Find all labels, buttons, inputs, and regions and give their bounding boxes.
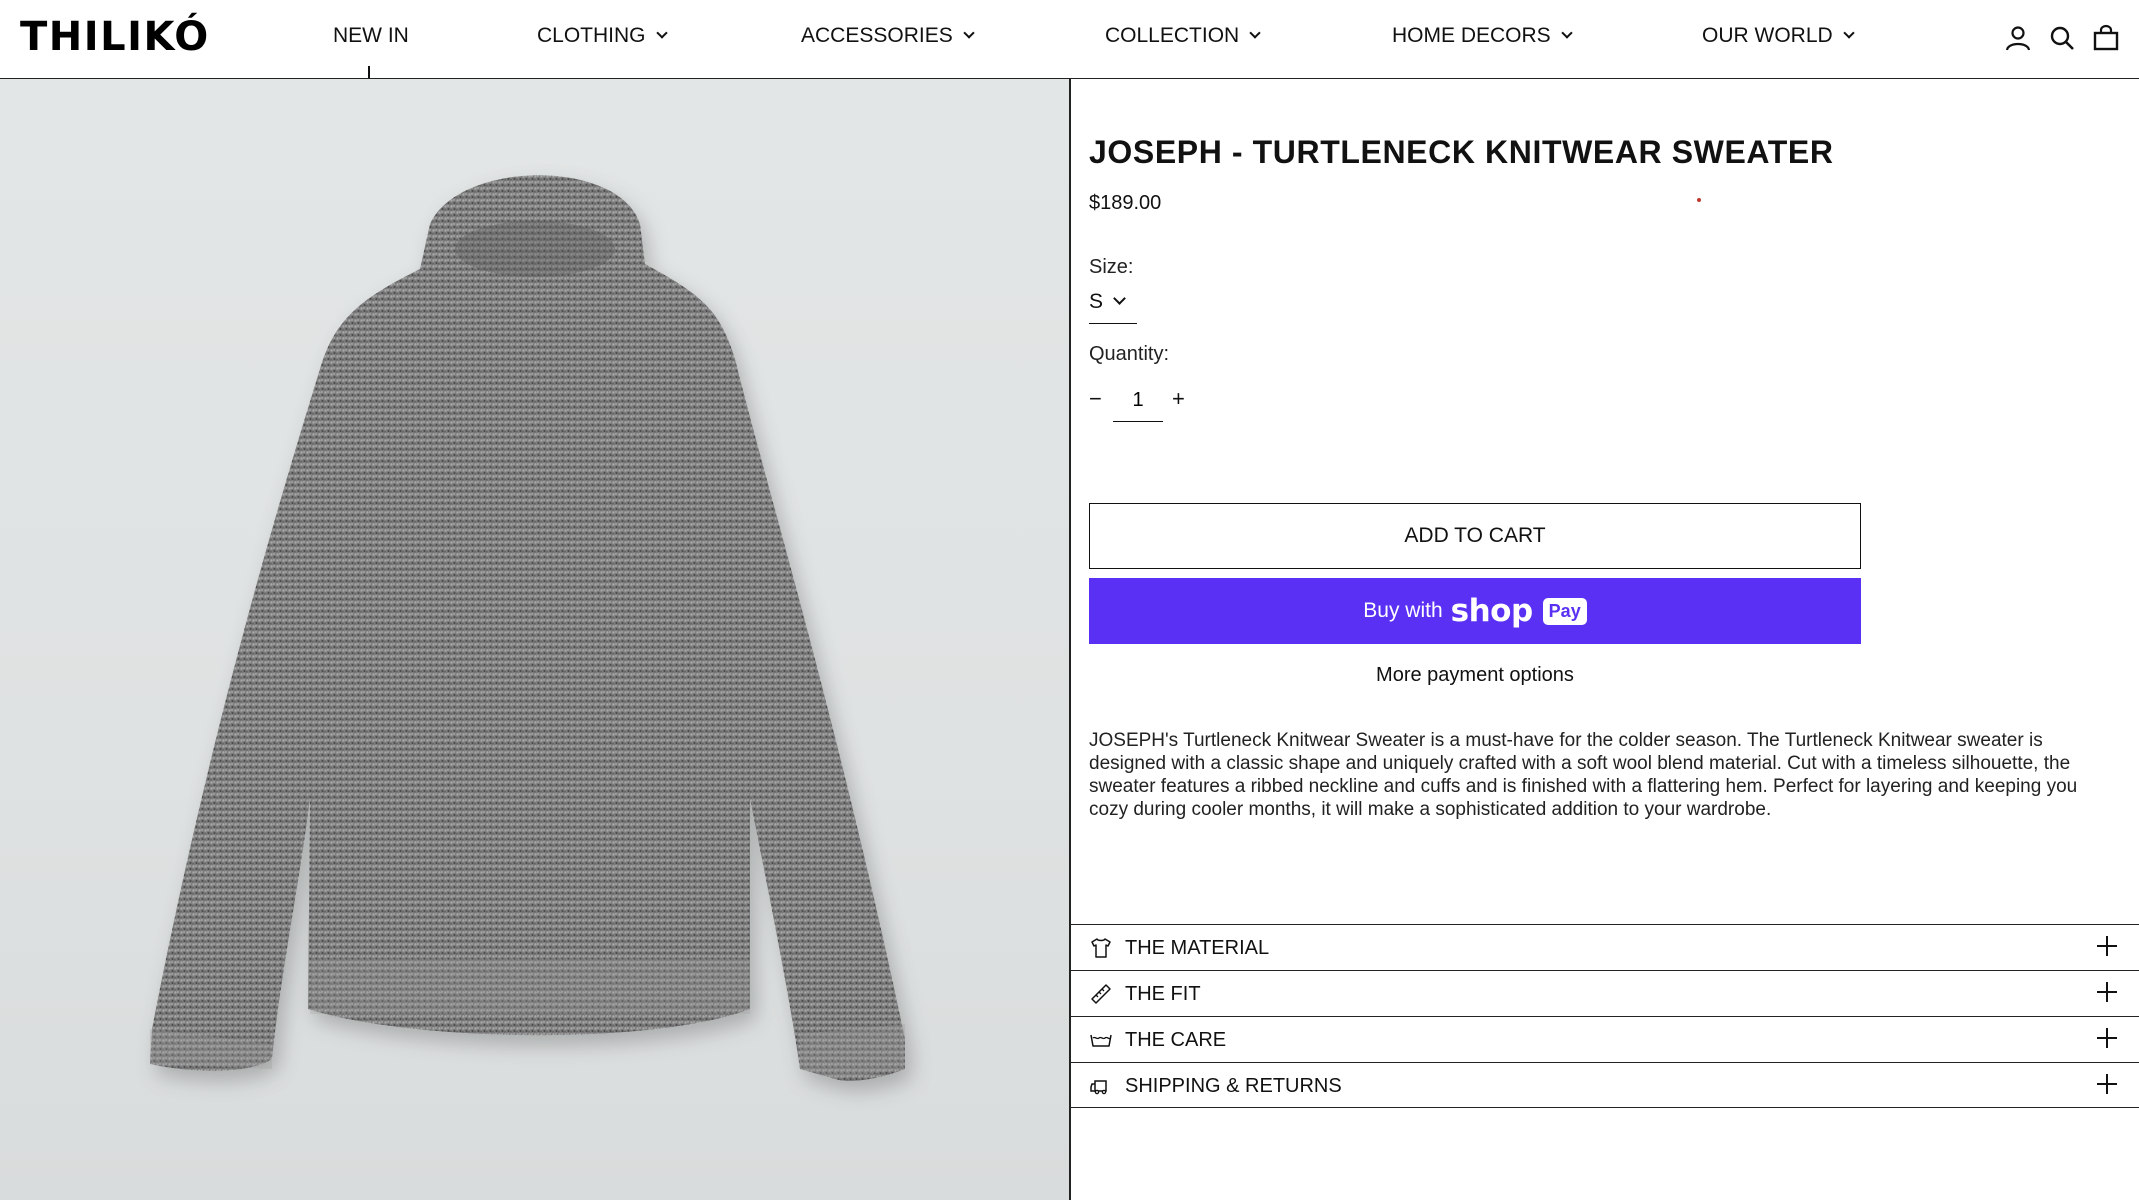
nav-label: CLOTHING xyxy=(537,24,646,47)
account-icon[interactable] xyxy=(2004,24,2032,52)
add-to-cart-button[interactable]: ADD TO CART xyxy=(1089,503,1861,569)
accordion-label: THE CARE xyxy=(1125,1029,1227,1051)
chevron-down-icon xyxy=(1249,27,1261,39)
chevron-down-icon xyxy=(655,27,668,39)
chevron-down-icon xyxy=(963,27,975,39)
nav-home-decors[interactable]: HOME DECORS xyxy=(1392,24,1573,48)
nav-clothing[interactable]: CLOTHING xyxy=(537,24,668,48)
shirt-icon xyxy=(1091,938,1111,958)
nav-our-world[interactable]: OUR WORLD xyxy=(1702,24,1855,48)
shop-logo: shop xyxy=(1450,593,1534,629)
plus-icon xyxy=(2097,1074,2117,1094)
product-image[interactable] xyxy=(0,79,1069,1200)
truck-icon xyxy=(1090,1080,1107,1095)
chevron-down-icon xyxy=(1113,292,1126,305)
accordion-the-fit[interactable]: THE FIT xyxy=(1071,970,2139,1016)
site-header: THILIKÓ NEW IN CLOTHING ACCESSORIES COLL… xyxy=(0,0,2139,79)
product-title: JOSEPH - TURTLENECK KNITWEAR SWEATER xyxy=(1089,134,1834,170)
nav-label: ACCESSORIES xyxy=(801,24,953,47)
size-label: Size: xyxy=(1089,256,1134,278)
site-logo[interactable]: THILIKÓ xyxy=(20,14,210,60)
nav-active-indicator xyxy=(368,66,370,78)
washing-icon xyxy=(1090,1034,1112,1047)
product-description: JOSEPH's Turtleneck Knitwear Sweater is … xyxy=(1089,730,2078,820)
size-select[interactable]: S xyxy=(1089,290,1137,324)
accordion-the-care[interactable]: THE CARE xyxy=(1071,1016,2139,1062)
plus-icon xyxy=(2097,1028,2117,1048)
quantity-label: Quantity: xyxy=(1089,343,1170,365)
ruler-icon xyxy=(1091,984,1111,1004)
chevron-down-icon xyxy=(1843,27,1855,39)
quantity-increase-button[interactable]: + xyxy=(1172,386,1185,412)
search-icon[interactable] xyxy=(2048,24,2076,52)
accordion-label: THE FIT xyxy=(1125,983,1201,1005)
accordion-the-material[interactable]: THE MATERIAL xyxy=(1071,924,2139,970)
more-payment-options-link[interactable]: More payment options xyxy=(1089,664,1861,687)
accordion-shipping-returns[interactable]: SHIPPING & RETURNS xyxy=(1071,1062,2139,1108)
plus-icon xyxy=(2097,982,2117,1002)
product-price: $189.00 xyxy=(1089,192,1162,214)
buy-with-label: Buy with xyxy=(1363,599,1443,622)
shop-pay-button[interactable]: Buy with shop Pay xyxy=(1089,578,1861,644)
nav-label: OUR WORLD xyxy=(1702,24,1833,47)
size-value: S xyxy=(1089,290,1104,313)
nav-label: COLLECTION xyxy=(1105,24,1240,47)
sweater-illustration xyxy=(150,175,905,1081)
accordion-label: THE MATERIAL xyxy=(1125,937,1270,959)
quantity-input[interactable] xyxy=(1113,380,1163,422)
pay-badge: Pay xyxy=(1542,597,1587,625)
chevron-down-icon xyxy=(1561,27,1573,39)
nav-collection[interactable]: COLLECTION xyxy=(1105,24,1261,48)
nav-new-in[interactable]: NEW IN xyxy=(333,24,409,48)
plus-icon xyxy=(2097,936,2117,956)
cart-icon[interactable] xyxy=(2092,24,2120,52)
nav-label: HOME DECORS xyxy=(1392,24,1551,47)
accordion-label: SHIPPING & RETURNS xyxy=(1125,1075,1342,1097)
decorative-dot xyxy=(1697,198,1701,202)
quantity-decrease-button[interactable]: − xyxy=(1089,386,1102,412)
nav-label: NEW IN xyxy=(333,24,409,47)
nav-accessories[interactable]: ACCESSORIES xyxy=(801,24,975,48)
